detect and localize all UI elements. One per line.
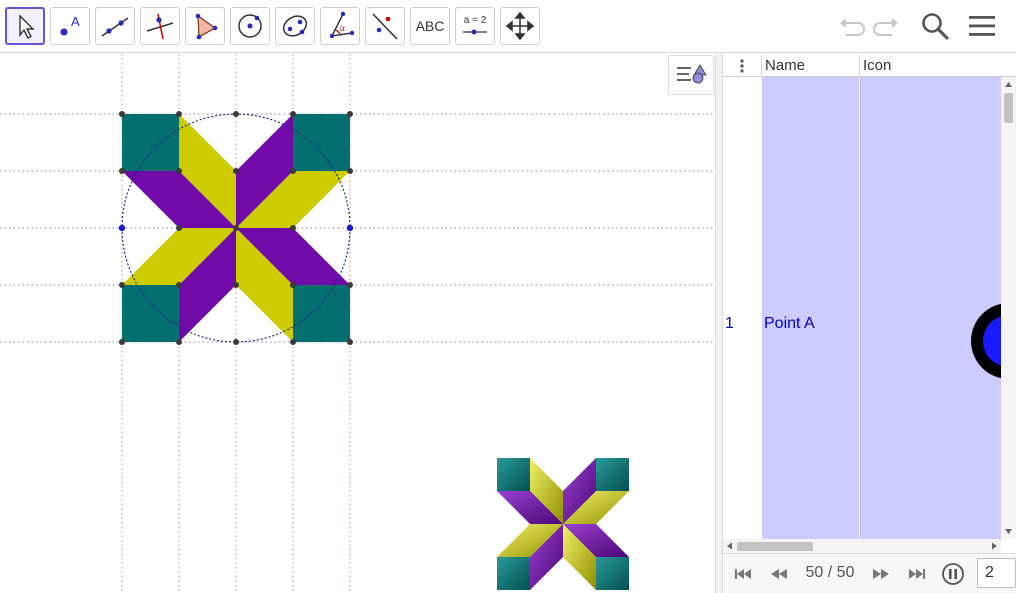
move-arrows-icon: [505, 11, 535, 41]
slider-icon-label: a = 2: [464, 15, 487, 26]
next-step-button[interactable]: [869, 562, 893, 586]
circle-icon: [238, 14, 262, 38]
column-header-name[interactable]: Name: [761, 54, 859, 77]
toolbar: A α ABC a = 2: [0, 0, 1016, 53]
style-bar-toggle-button[interactable]: [668, 55, 714, 95]
panel-divider[interactable]: [715, 54, 723, 593]
text-tool-button[interactable]: ABC: [410, 7, 450, 45]
construction-protocol: Name Icon 1 Point A: [723, 54, 1016, 553]
circle-tool-button[interactable]: [230, 7, 270, 45]
more-vertical-icon: [740, 58, 744, 73]
hamburger-menu-icon: [969, 16, 995, 36]
point-object-icon: [971, 303, 1001, 379]
vertical-scrollbar[interactable]: [1001, 77, 1016, 539]
column-header-icon[interactable]: Icon: [859, 54, 1001, 77]
point-tool-button[interactable]: A: [50, 7, 90, 45]
horizontal-scrollbar[interactable]: [723, 539, 1001, 553]
skip-last-icon: [909, 569, 925, 579]
vertical-scroll-thumb[interactable]: [1004, 93, 1013, 123]
reflect-tool-button[interactable]: [365, 7, 405, 45]
point-label-a: A: [71, 14, 80, 29]
step-counter: 50 / 50: [805, 564, 855, 581]
last-step-button[interactable]: [905, 562, 929, 586]
ellipse-icon: [282, 15, 308, 37]
main-menu-button[interactable]: [965, 9, 999, 43]
undo-button[interactable]: [834, 9, 868, 43]
previous-step-button[interactable]: [767, 562, 791, 586]
speed-input[interactable]: 2: [977, 558, 1016, 588]
point-icon: A: [60, 14, 80, 36]
slider-tool-button[interactable]: a = 2: [455, 7, 495, 45]
skip-first-icon: [735, 569, 751, 579]
perpendicular-line-tool-button[interactable]: [140, 7, 180, 45]
ellipse-tool-button[interactable]: [275, 7, 315, 45]
angle-alpha-label: α: [340, 23, 345, 33]
name-column: [762, 77, 859, 539]
graphics-canvas[interactable]: [0, 54, 715, 593]
text-icon: ABC: [415, 18, 445, 34]
reflect-icon: [372, 13, 398, 40]
protocol-header: Name Icon: [723, 54, 1016, 77]
navigation-bar: 50 / 50 2: [723, 553, 1016, 593]
angle-tool-button[interactable]: α: [320, 7, 360, 45]
icon-column: [860, 77, 1001, 539]
star-3d-image[interactable]: [497, 458, 629, 590]
line-icon: [101, 17, 129, 37]
scroll-up-icon[interactable]: [1001, 80, 1016, 90]
polygon-tool-button[interactable]: [185, 7, 225, 45]
geogebra-app: A α ABC a = 2 Name Icon 1 Point A 50 / 5…: [0, 0, 1016, 593]
row-number: 1: [725, 315, 734, 332]
slider-icon: a = 2: [463, 15, 487, 35]
search-button[interactable]: [918, 9, 952, 43]
graphics-view[interactable]: [0, 54, 715, 593]
cursor-arrow-icon: [19, 14, 35, 39]
pause-icon: [942, 563, 964, 585]
row-name: Point A: [764, 315, 815, 332]
search-icon: [922, 13, 949, 40]
move-tool-button[interactable]: [5, 7, 45, 45]
perpendicular-icon: [146, 13, 174, 40]
line-tool-button[interactable]: [95, 7, 135, 45]
scroll-right-icon[interactable]: [989, 539, 999, 553]
undo-icon: [840, 18, 865, 36]
protocol-body: 1 Point A: [723, 77, 1001, 539]
first-step-button[interactable]: [731, 562, 755, 586]
column-menu-button[interactable]: [723, 54, 761, 77]
rewind-icon: [771, 569, 787, 579]
move-graphics-tool-button[interactable]: [500, 7, 540, 45]
scroll-left-icon[interactable]: [725, 539, 735, 553]
redo-icon: [873, 18, 898, 36]
play-pause-button[interactable]: [941, 562, 965, 586]
polygon-icon: [195, 13, 218, 40]
redo-button[interactable]: [870, 9, 904, 43]
horizontal-scroll-thumb[interactable]: [737, 542, 813, 551]
angle-icon: α: [329, 11, 355, 39]
style-bar-icon: [677, 64, 707, 84]
fast-forward-icon: [873, 569, 889, 579]
scroll-down-icon[interactable]: [1001, 526, 1016, 536]
